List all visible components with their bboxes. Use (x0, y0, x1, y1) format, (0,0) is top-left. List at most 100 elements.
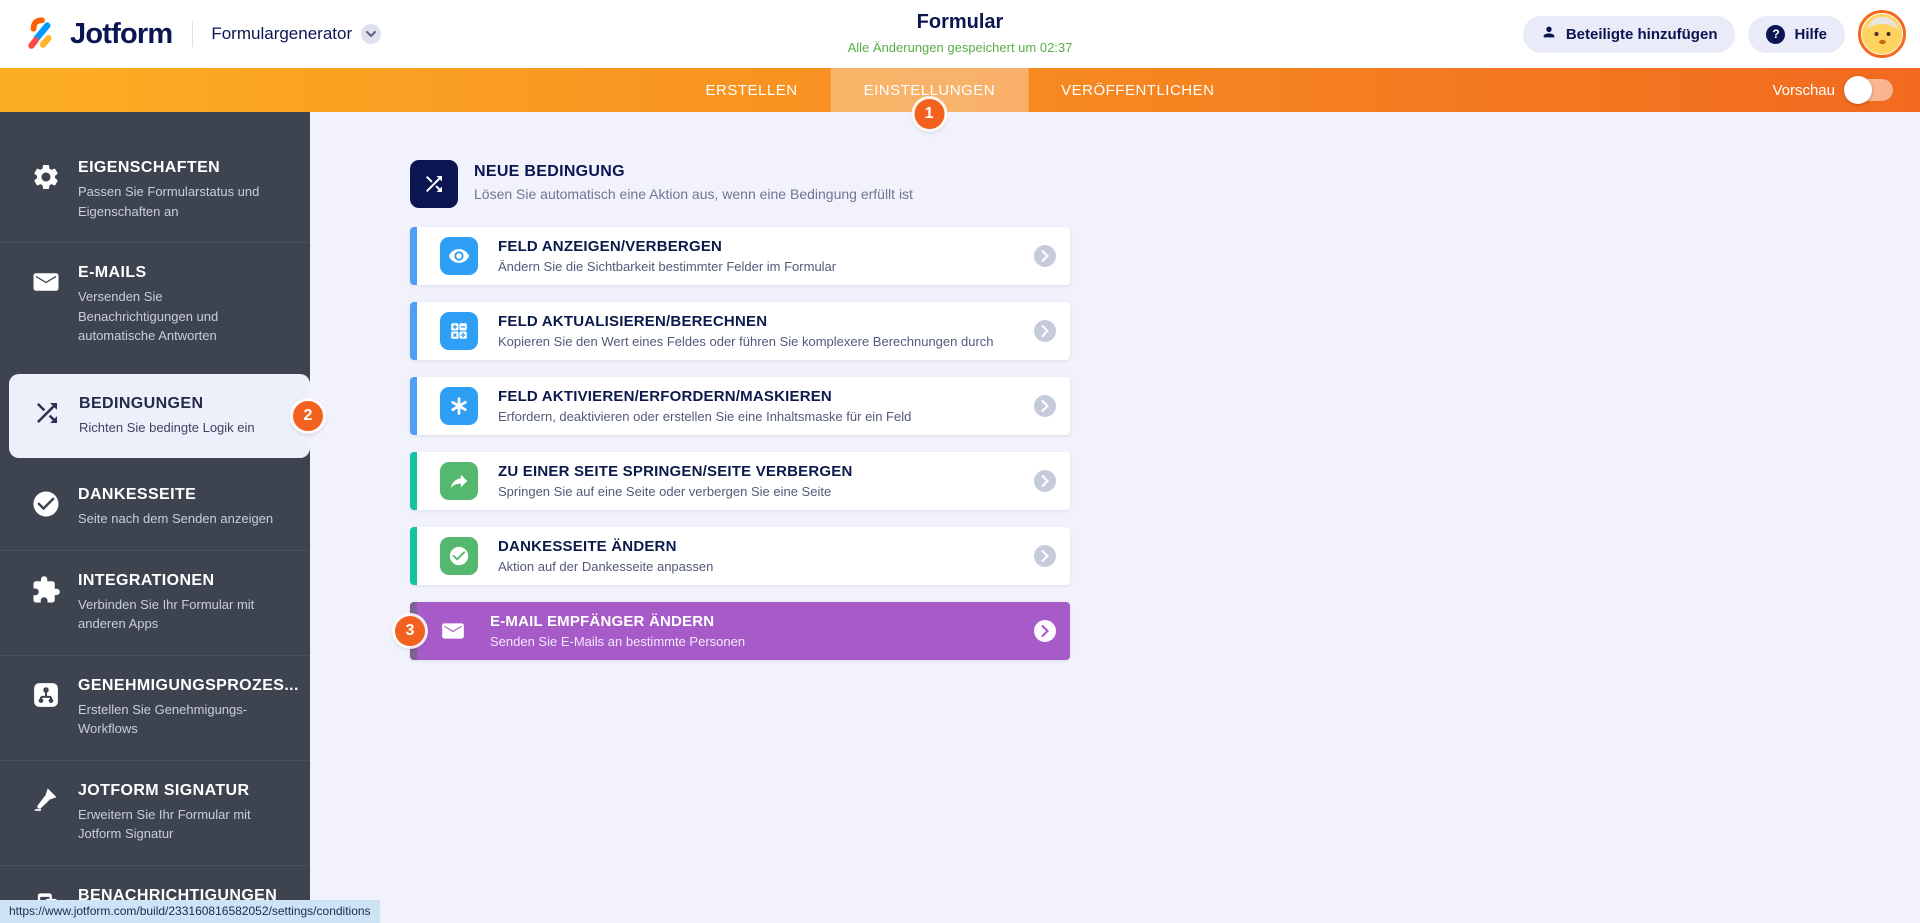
sidebar-item-title: E-MAILS (78, 264, 147, 281)
chevron-right-icon (1034, 620, 1056, 642)
workflow-icon (28, 680, 64, 710)
sidebar-item-title: JOTFORM SIGNATUR (78, 781, 250, 799)
conditions-panel: NEUE BEDINGUNG Lösen Sie automatisch ein… (310, 112, 1920, 923)
sidebar-item-subtitle: Seite nach dem Senden anzeigen (78, 511, 274, 526)
tab-erstellen[interactable]: ERSTELLEN (673, 68, 831, 112)
condition-title: FELD AKTUALISIEREN/BERECHNEN (498, 313, 768, 330)
toggle-knob (1844, 76, 1872, 104)
tab-veroeffentlichen[interactable]: VERÖFFENTLICHEN (1028, 68, 1247, 112)
section-subtitle: Lösen Sie automatisch eine Aktion aus, w… (474, 186, 913, 202)
asterisk-icon (440, 387, 478, 425)
form-title-block: Formular Alle Änderungen gespeichert um … (848, 11, 1073, 55)
sidebar-item-dankesseite[interactable]: DANKESSEITE Seite nach dem Senden anzeig… (0, 465, 310, 550)
card-accent-stripe (410, 377, 417, 435)
step-badge-1: 1 (914, 99, 945, 129)
header-divider (192, 21, 194, 47)
preview-control: Vorschau (1772, 76, 1920, 104)
jotform-form-builder: Jotform Formulargenerator Formular Alle … (0, 0, 1920, 923)
sidebar-item-jotform-signatur[interactable]: JOTFORM SIGNATUR Erweitern Sie Ihr Formu… (0, 759, 310, 865)
tab-einstellungen[interactable]: EINSTELLUNGEN 1 (830, 68, 1029, 129)
condition-subtitle: Ändern Sie die Sichtbarkeit bestimmter F… (498, 259, 837, 274)
envelope-icon (28, 267, 64, 297)
preview-label: Vorschau (1772, 81, 1835, 99)
fountain-pen-icon (28, 785, 64, 813)
avatar-face (1862, 14, 1902, 54)
chevron-right-icon (1034, 395, 1056, 417)
add-collaborators-button[interactable]: Beteiligte hinzufügen (1522, 15, 1736, 53)
condition-card-feld-aktualisieren-berechnen[interactable]: FELD AKTUALISIEREN/BERECHNEN Kopieren Si… (410, 302, 1070, 360)
builder-nav-bar: ERSTELLEN EINSTELLUNGEN 1 VERÖFFENTLICHE… (0, 68, 1920, 129)
condition-title: DANKESSEITE ÄNDERN (498, 538, 677, 555)
condition-card-dankesseite-aendern[interactable]: DANKESSEITE ÄNDERN Aktion auf der Dankes… (410, 527, 1070, 585)
sidebar-item-subtitle: Erstellen Sie Genehmigungs-Workflows (78, 701, 248, 737)
step-badge-2: 2 (293, 400, 323, 431)
sidebar-item-bedingungen[interactable]: BEDINGUNGEN Richten Sie bedingte Logik e… (9, 373, 323, 458)
envelope-icon (436, 612, 470, 650)
product-menu-label: Formulargenerator (211, 24, 353, 43)
browser-status-url: https://www.jotform.com/build/2331608165… (0, 900, 380, 923)
card-accent-stripe (410, 527, 417, 585)
new-condition-header: NEUE BEDINGUNG Lösen Sie automatisch ein… (410, 160, 1070, 208)
condition-subtitle: Aktion auf der Dankesseite anpassen (498, 559, 714, 574)
person-icon (1541, 24, 1557, 44)
check-circle-icon (440, 537, 478, 575)
step-badge-3: 3 (395, 616, 425, 646)
condition-title: FELD ANZEIGEN/VERBERGEN (498, 238, 723, 255)
condition-title: FELD AKTIVIEREN/ERFORDERN/MASKIEREN (498, 388, 832, 405)
sidebar-item-subtitle: Passen Sie Formularstatus und Eigenschaf… (78, 184, 260, 219)
sidebar-item-subtitle: Richten Sie bedingte Logik ein (79, 419, 255, 435)
tab-label: ERSTELLEN (705, 81, 798, 99)
condition-title: E-MAIL EMPFÄNGER ÄNDERN (490, 613, 715, 630)
sidebar-item-title: BEDINGUNGEN (79, 394, 204, 412)
condition-title: ZU EINER SEITE SPRINGEN/SEITE VERBERGEN (498, 463, 853, 480)
sidebar-item-integrationen[interactable]: INTEGRATIONEN Verbinden Sie Ihr Formular… (0, 549, 310, 655)
condition-card-seite-springen-verbergen[interactable]: ZU EINER SEITE SPRINGEN/SEITE VERBERGEN … (410, 452, 1070, 510)
condition-subtitle: Kopieren Sie den Wert eines Feldes oder … (498, 334, 994, 349)
sidebar-item-genehmigungsprozesse[interactable]: GENEHMIGUNGSPROZES... Erstellen Sie Gene… (0, 654, 310, 760)
settings-sidebar: EIGENSCHAFTEN Passen Sie Formularstatus … (0, 112, 380, 923)
eye-icon (440, 237, 478, 275)
preview-toggle[interactable] (1844, 76, 1893, 104)
condition-card-email-empfaenger-aendern[interactable]: 3 E-MAIL EMPFÄNGER ÄNDERN Senden Sie E-M… (395, 602, 1070, 660)
gear-icon (28, 162, 64, 192)
check-circle-icon (28, 489, 64, 519)
badge-number: 2 (293, 400, 323, 431)
builder-tabs: ERSTELLEN EINSTELLUNGEN 1 VERÖFFENTLICHE… (673, 68, 1248, 129)
condition-subtitle: Erfordern, deaktivieren oder erstellen S… (498, 409, 912, 424)
condition-subtitle: Springen Sie auf eine Seite oder verberg… (498, 484, 832, 499)
condition-card-feld-anzeigen-verbergen[interactable]: FELD ANZEIGEN/VERBERGEN Ändern Sie die S… (410, 227, 1070, 285)
card-accent-stripe (410, 227, 417, 285)
sidebar-item-subtitle: Erweitern Sie Ihr Formular mit Jotform S… (78, 806, 251, 842)
save-status: Alle Änderungen gespeichert um 02:37 (847, 40, 1073, 55)
help-button[interactable]: ? Hilfe (1748, 15, 1845, 53)
chevron-right-icon (1034, 545, 1056, 567)
product-menu[interactable]: Formulargenerator (211, 24, 382, 44)
sidebar-item-title: DANKESSEITE (78, 486, 197, 503)
chevron-right-icon (1034, 320, 1056, 342)
condition-type-list: FELD ANZEIGEN/VERBERGEN Ändern Sie die S… (395, 227, 1070, 660)
puzzle-icon (28, 575, 64, 605)
shuffle-icon (29, 398, 65, 428)
question-icon: ? (1766, 24, 1786, 44)
badge-number: 3 (395, 616, 425, 646)
user-avatar[interactable] (1858, 10, 1906, 58)
top-header: Jotform Formulargenerator Formular Alle … (0, 0, 1920, 68)
sidebar-item-eigenschaften[interactable]: EIGENSCHAFTEN Passen Sie Formularstatus … (0, 138, 310, 242)
page-title: Formular (916, 11, 1004, 33)
tab-label: VERÖFFENTLICHEN (1061, 81, 1215, 99)
brand-name[interactable]: Jotform (70, 18, 173, 51)
condition-subtitle: Senden Sie E-Mails an bestimmte Personen (490, 634, 746, 649)
chevron-down-icon (361, 24, 382, 44)
tab-label: EINSTELLUNGEN (863, 81, 996, 99)
help-label: Hilfe (1794, 25, 1827, 43)
sidebar-item-title: INTEGRATIONEN (78, 571, 215, 589)
sidebar-item-emails[interactable]: E-MAILS Versenden Sie Benachrichtigungen… (0, 242, 310, 367)
chevron-right-icon (1034, 470, 1056, 492)
brand: Jotform Formulargenerator (0, 14, 382, 54)
jotform-logo-icon[interactable] (22, 14, 62, 54)
sidebar-item-subtitle: Versenden Sie Benachrichtigungen und aut… (78, 289, 219, 343)
chevron-right-icon (1034, 245, 1056, 267)
condition-card-feld-aktivieren-erfordern-maskieren[interactable]: FELD AKTIVIEREN/ERFORDERN/MASKIEREN Erfo… (410, 377, 1070, 435)
header-actions: Beteiligte hinzufügen ? Hilfe (1522, 10, 1920, 58)
card-accent-stripe (410, 302, 417, 360)
